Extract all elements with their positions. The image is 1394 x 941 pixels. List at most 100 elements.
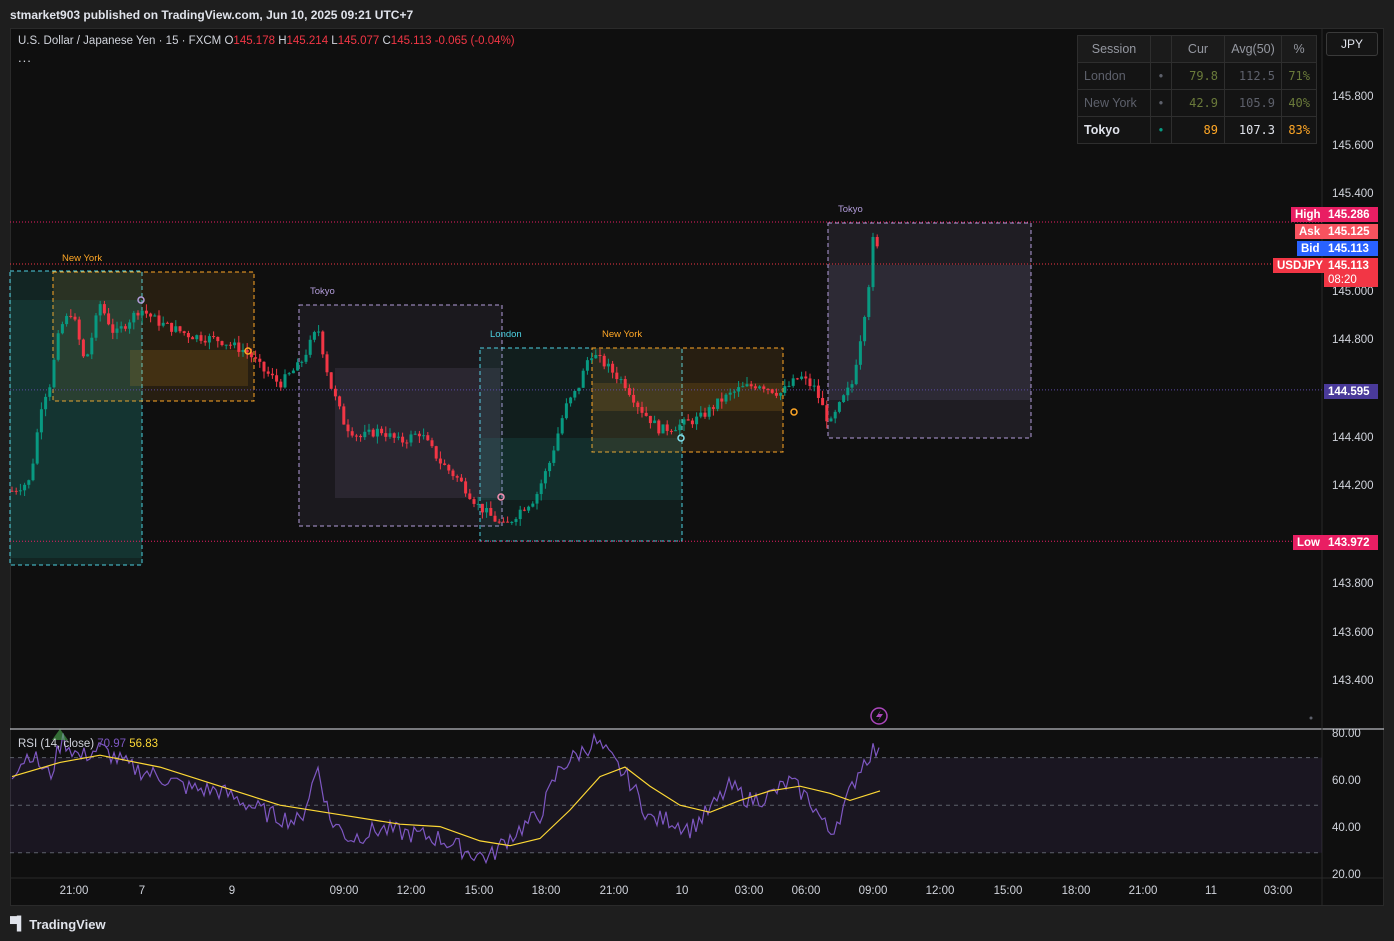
candle-body bbox=[724, 394, 728, 402]
candle-body bbox=[291, 370, 295, 374]
candle-body bbox=[753, 386, 757, 389]
session-row-tokyo: Tokyo • 89 107.3 83% bbox=[1077, 116, 1317, 144]
symbol-name[interactable]: U.S. Dollar / Japanese Yen · 15 · FXCM bbox=[18, 35, 221, 47]
candle-body bbox=[455, 476, 459, 478]
candle-body bbox=[27, 480, 31, 485]
candle-body bbox=[867, 287, 871, 317]
candle-body bbox=[60, 324, 64, 334]
ask-tag-value: 145.125 bbox=[1324, 224, 1378, 239]
candle-body bbox=[73, 316, 77, 320]
candle-body bbox=[669, 430, 673, 432]
candle-body bbox=[262, 361, 266, 372]
candle-body bbox=[581, 370, 585, 388]
candle-body bbox=[527, 506, 531, 511]
low-value: 145.077 bbox=[337, 35, 380, 47]
candle-body bbox=[543, 471, 547, 484]
symbol-legend[interactable]: U.S. Dollar / Japanese Yen · 15 · FXCM O… bbox=[18, 35, 515, 47]
session-cur: 79.8 bbox=[1171, 62, 1225, 90]
candle-body bbox=[573, 390, 577, 398]
bid-tag-value: 145.113 bbox=[1324, 241, 1378, 256]
tradingview-brand[interactable]: ▀▍ TradingView bbox=[10, 916, 106, 932]
candle-body bbox=[447, 464, 451, 471]
candle-body bbox=[14, 490, 18, 492]
session-label-newyork: New York bbox=[62, 253, 103, 264]
rsi-legend[interactable]: RSI (14, close) 70.97 56.83 bbox=[18, 738, 158, 750]
candle-body bbox=[489, 507, 493, 516]
candle-body bbox=[228, 344, 232, 346]
price-axis-label: 144.400 bbox=[1332, 432, 1374, 444]
candle-body bbox=[140, 310, 144, 316]
candle-body bbox=[795, 378, 799, 380]
candle-body bbox=[611, 363, 615, 373]
time-axis-label: 21:00 bbox=[1128, 885, 1158, 897]
candle-body bbox=[741, 386, 745, 388]
candle-body bbox=[216, 336, 220, 342]
candle-body bbox=[522, 509, 526, 511]
candle-body bbox=[695, 416, 699, 425]
rsi-label[interactable]: RSI (14, close) bbox=[18, 738, 94, 750]
candle-body bbox=[552, 450, 556, 463]
candle-body bbox=[321, 331, 325, 355]
high-tag-label: High bbox=[1291, 207, 1325, 222]
candle-body bbox=[342, 406, 346, 425]
candle-body bbox=[380, 428, 384, 434]
time-axis-label: 06:00 bbox=[791, 885, 821, 897]
time-axis-label: 9 bbox=[228, 885, 236, 897]
time-axis-label: 10 bbox=[675, 885, 689, 897]
header-pct: % bbox=[1281, 35, 1317, 63]
session-avg: 112.5 bbox=[1224, 62, 1282, 90]
candle-body bbox=[821, 397, 825, 406]
candle-body bbox=[648, 415, 652, 424]
candle-body bbox=[686, 419, 690, 421]
candle-body bbox=[233, 342, 237, 346]
price-axis-label: 145.800 bbox=[1332, 91, 1374, 103]
close-label: C bbox=[382, 35, 391, 47]
candle-body bbox=[136, 312, 140, 316]
candle-body bbox=[178, 326, 182, 332]
time-axis-label: 12:00 bbox=[925, 885, 955, 897]
candle-body bbox=[31, 463, 35, 481]
candle-body bbox=[300, 361, 304, 363]
symbol-tag-label: USDJPY bbox=[1273, 258, 1328, 273]
price-axis-label: 145.000 bbox=[1332, 286, 1374, 298]
candle-body bbox=[682, 419, 686, 425]
range-fill bbox=[480, 438, 682, 500]
session-pct: 71% bbox=[1281, 62, 1317, 90]
session-label-london: London bbox=[490, 329, 522, 340]
candle-body bbox=[644, 412, 648, 416]
candle-body bbox=[606, 363, 610, 367]
candle-body bbox=[825, 405, 829, 422]
candle-body bbox=[354, 435, 358, 437]
candle-body bbox=[430, 440, 434, 447]
candle-body bbox=[317, 331, 321, 333]
candle-body bbox=[144, 310, 148, 314]
candle-body bbox=[94, 315, 98, 338]
candle-body bbox=[745, 384, 749, 387]
price-axis-label: 144.800 bbox=[1332, 334, 1374, 346]
candle-body bbox=[678, 424, 682, 431]
candle-body bbox=[829, 418, 833, 422]
flash-icon-glyph bbox=[876, 710, 883, 722]
legend-more-button[interactable]: ... bbox=[18, 50, 32, 65]
currency-button[interactable]: JPY bbox=[1326, 32, 1378, 56]
rsi-value: 70.97 bbox=[97, 738, 127, 750]
candle-body bbox=[749, 384, 753, 387]
candle-body bbox=[674, 430, 678, 432]
candle-body bbox=[766, 388, 770, 390]
candle-body bbox=[585, 360, 589, 371]
candle-body bbox=[405, 442, 409, 444]
pane-dot bbox=[1309, 716, 1313, 720]
candle-body bbox=[426, 435, 430, 441]
header-session: Session bbox=[1077, 35, 1151, 63]
session-row-london: London • 79.8 112.5 71% bbox=[1077, 62, 1317, 90]
candle-body bbox=[346, 424, 350, 432]
time-axis-label: 18:00 bbox=[1061, 885, 1091, 897]
rsi-axis-label: 40.00 bbox=[1332, 822, 1361, 834]
bid-tag-label: Bid bbox=[1297, 241, 1324, 256]
time-axis-label: 18:00 bbox=[531, 885, 561, 897]
candle-body bbox=[476, 503, 480, 505]
candle-body bbox=[220, 341, 224, 346]
candle-body bbox=[707, 407, 711, 417]
candle-body bbox=[10, 490, 14, 492]
candle-body bbox=[245, 350, 249, 353]
